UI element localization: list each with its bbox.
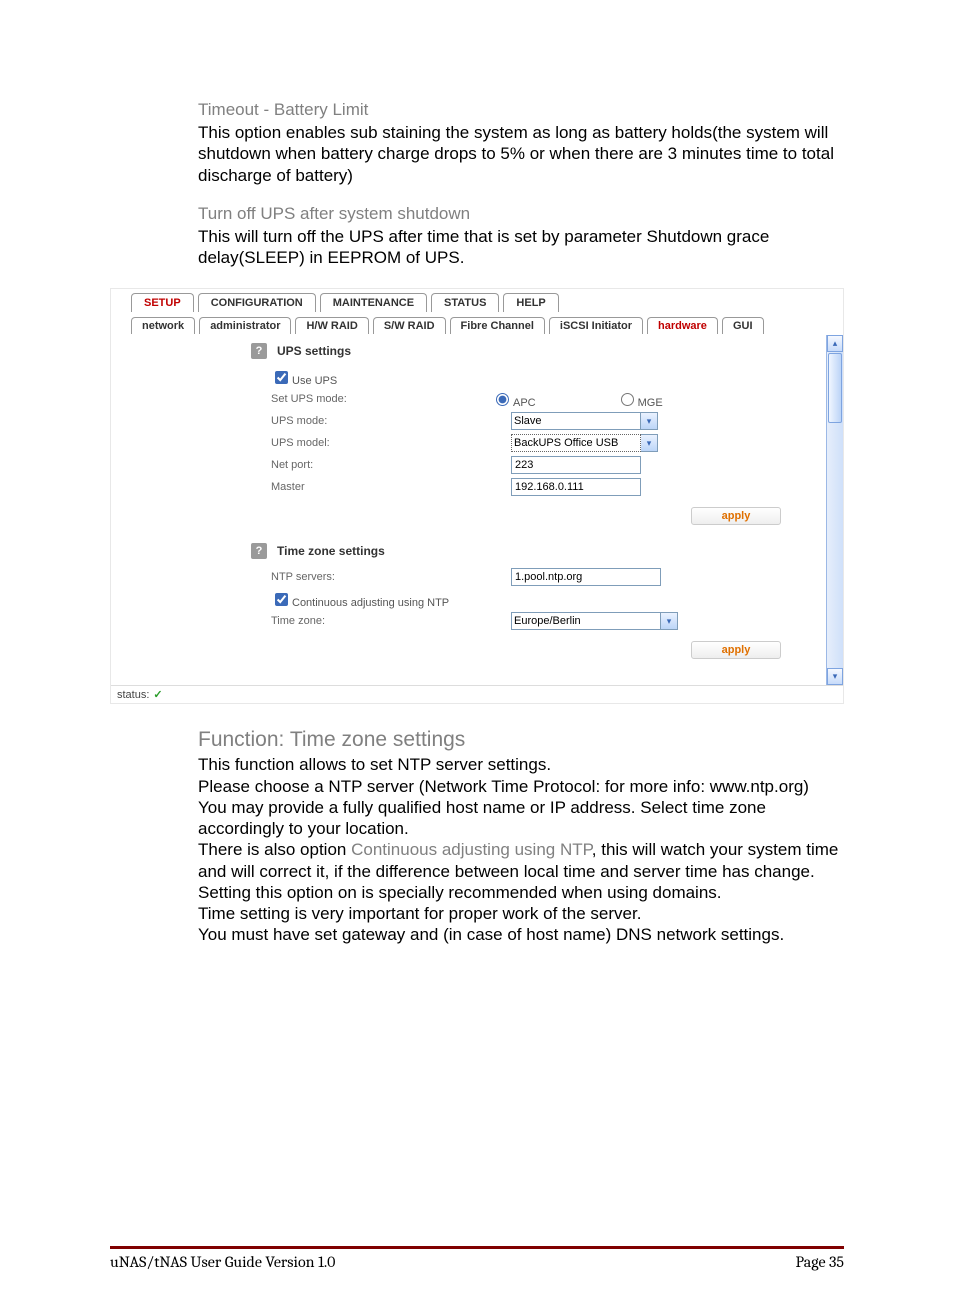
- scrollbar[interactable]: ▴ ▾: [826, 335, 843, 685]
- set-ups-mode-label: Set UPS mode:: [271, 393, 491, 405]
- section-body-timezone-func: This function allows to set NTP server s…: [110, 754, 844, 945]
- radio-apc[interactable]: APC: [491, 390, 536, 409]
- main-tab-row: SETUP CONFIGURATION MAINTENANCE STATUS H…: [111, 289, 843, 313]
- use-ups-checkbox[interactable]: Use UPS: [271, 368, 337, 387]
- help-icon[interactable]: ?: [251, 543, 267, 559]
- tab-help[interactable]: HELP: [503, 293, 558, 312]
- subtab-fibrechannel[interactable]: Fibre Channel: [450, 317, 545, 334]
- tab-maintenance[interactable]: MAINTENANCE: [320, 293, 427, 312]
- chevron-down-icon[interactable]: ▾: [641, 412, 658, 430]
- apply-button-ups[interactable]: apply: [691, 507, 781, 525]
- subtab-hwraid[interactable]: H/W RAID: [295, 317, 368, 334]
- master-label: Master: [271, 481, 491, 493]
- timezone-panel-title: Time zone settings: [277, 544, 385, 558]
- continuous-ntp-checkbox[interactable]: Continuous adjusting using NTP: [271, 590, 449, 609]
- footer-page: Page 35: [796, 1253, 844, 1271]
- subtab-administrator[interactable]: administrator: [199, 317, 291, 334]
- ups-panel-title: UPS settings: [277, 344, 351, 358]
- ups-mode-label: UPS mode:: [271, 415, 491, 427]
- scroll-up-icon[interactable]: ▴: [827, 335, 843, 352]
- ups-mode-select[interactable]: [511, 412, 641, 430]
- netport-input[interactable]: [511, 456, 641, 474]
- section-body-timeout: This option enables sub staining the sys…: [110, 122, 844, 186]
- master-input[interactable]: [511, 478, 641, 496]
- chevron-down-icon[interactable]: ▾: [641, 434, 658, 452]
- scroll-down-icon[interactable]: ▾: [827, 668, 843, 685]
- subtab-swraid[interactable]: S/W RAID: [373, 317, 446, 334]
- netport-label: Net port:: [271, 459, 491, 471]
- section-heading-turnoff: Turn off UPS after system shutdown: [110, 204, 844, 224]
- tab-status[interactable]: STATUS: [431, 293, 499, 312]
- section-heading-timezone-func: Function: Time zone settings: [110, 728, 844, 752]
- subtab-gui[interactable]: GUI: [722, 317, 764, 334]
- subtab-iscsi[interactable]: iSCSI Initiator: [549, 317, 643, 334]
- radio-mge[interactable]: MGE: [616, 390, 663, 409]
- subtab-network[interactable]: network: [131, 317, 195, 334]
- sub-tab-row: network administrator H/W RAID S/W RAID …: [111, 313, 843, 335]
- section-body-turnoff: This will turn off the UPS after time th…: [110, 226, 844, 269]
- content-area: ? UPS settings Use UPS Set UPS mode: APC…: [111, 335, 843, 685]
- page-footer: uNAS/tNAS User Guide Version 1.0 Page 35: [110, 1246, 844, 1271]
- app-window: SETUP CONFIGURATION MAINTENANCE STATUS H…: [110, 288, 844, 704]
- tab-setup[interactable]: SETUP: [131, 293, 194, 312]
- section-heading-timeout: Timeout - Battery Limit: [110, 100, 844, 120]
- help-icon[interactable]: ?: [251, 343, 267, 359]
- subtab-hardware[interactable]: hardware: [647, 317, 718, 334]
- status-label: status:: [117, 689, 149, 701]
- status-bar: status: ✓: [111, 685, 843, 703]
- timezone-panel: ? Time zone settings NTP servers: Contin…: [251, 543, 821, 659]
- ups-model-select[interactable]: [511, 434, 641, 452]
- scroll-thumb[interactable]: [828, 353, 842, 423]
- apply-button-timezone[interactable]: apply: [691, 641, 781, 659]
- ups-model-label: UPS model:: [271, 437, 491, 449]
- check-icon: ✓: [153, 688, 162, 701]
- tab-configuration[interactable]: CONFIGURATION: [198, 293, 316, 312]
- chevron-down-icon[interactable]: ▾: [661, 612, 678, 630]
- ntp-servers-input[interactable]: [511, 568, 661, 586]
- timezone-label: Time zone:: [271, 615, 491, 627]
- timezone-select[interactable]: [511, 612, 661, 630]
- ntp-servers-label: NTP servers:: [271, 571, 491, 583]
- ups-panel: ? UPS settings Use UPS Set UPS mode: APC…: [251, 343, 821, 525]
- footer-title: uNAS/tNAS User Guide Version 1.0: [110, 1253, 335, 1271]
